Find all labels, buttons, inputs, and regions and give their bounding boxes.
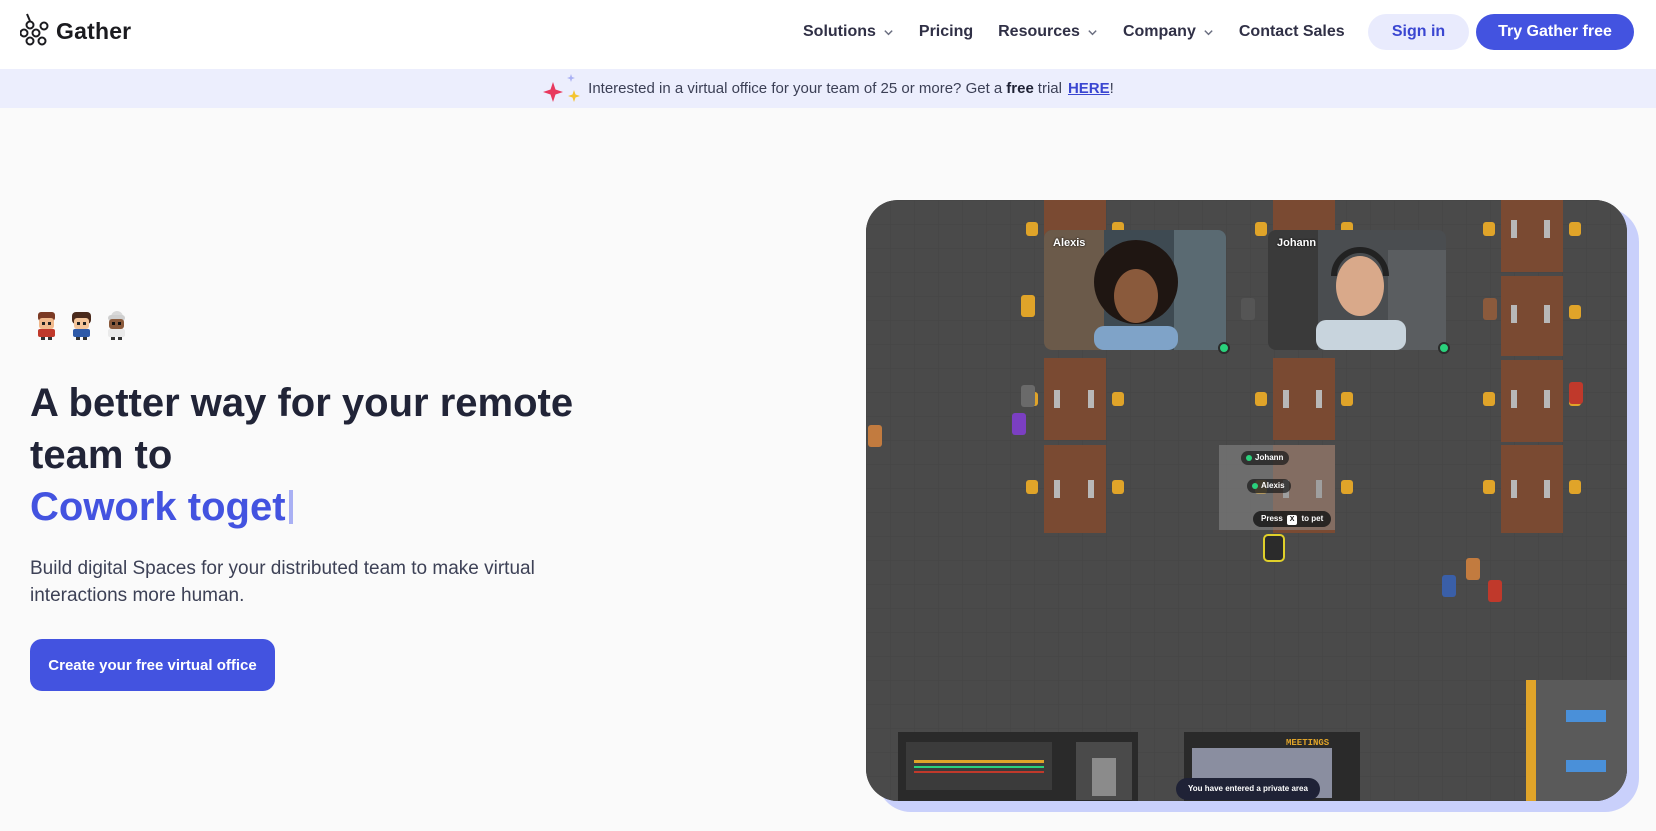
hero-headline-accent: Cowork toget: [30, 481, 293, 533]
create-virtual-office-button[interactable]: Create your free virtual office: [30, 639, 275, 691]
nav-resources-label: Resources: [998, 23, 1080, 40]
gather-logo-icon: [20, 13, 49, 46]
promo-banner: Interested in a virtual office for your …: [0, 69, 1656, 108]
proximity-tag: Alexis: [1247, 479, 1291, 493]
chevron-down-icon: [884, 29, 893, 35]
proximity-tag: Johann: [1241, 451, 1290, 465]
office-map: MEETINGS: [866, 200, 1627, 801]
online-status-dot: [1438, 342, 1450, 354]
press-key-hint: Press Xto pet: [1253, 511, 1332, 527]
meetings-sign: MEETINGS: [1286, 738, 1330, 748]
video-tile-johann[interactable]: Johann: [1268, 230, 1446, 350]
storage-area: [1526, 680, 1627, 801]
nav-contact-sales-label: Contact Sales: [1238, 23, 1345, 40]
try-gather-free-button[interactable]: Try Gather free: [1476, 14, 1634, 50]
avatar-group: [32, 311, 131, 341]
brand-name: Gather: [56, 17, 132, 44]
brand-logo[interactable]: Gather: [20, 12, 131, 50]
nav-company[interactable]: Company: [1123, 23, 1214, 41]
nav-solutions-label: Solutions: [803, 23, 876, 40]
text-cursor: [288, 490, 293, 524]
site-header: Gather Solutions Pricing Resources Compa…: [0, 0, 1656, 69]
sparkle-icon: [543, 73, 581, 102]
banner-text-after: trial: [1037, 80, 1062, 97]
chevron-down-icon: [1204, 29, 1213, 35]
main-nav: Solutions Pricing Resources Company Cont…: [803, 0, 1370, 64]
avatar: [38, 312, 55, 340]
nav-resources[interactable]: Resources: [998, 23, 1098, 41]
press-hint-before: Press: [1261, 514, 1283, 523]
online-status-dot: [1218, 342, 1230, 354]
private-area-toast: You have entered a private area: [1176, 778, 1320, 800]
nav-contact-sales[interactable]: Contact Sales: [1239, 23, 1345, 41]
press-hint-after: to pet: [1301, 514, 1324, 523]
video-tile-alexis[interactable]: Alexis: [1044, 230, 1226, 350]
video-tile-name: Alexis: [1053, 237, 1086, 249]
desk-column: [1501, 200, 1563, 533]
x-key-icon: X: [1286, 515, 1298, 525]
hero-headline: A better way for your remote team to: [30, 381, 574, 477]
hero-typed-text: Cowork toget: [30, 485, 286, 529]
video-tile-name: Johann: [1277, 237, 1317, 249]
nav-solutions[interactable]: Solutions: [803, 23, 894, 41]
hero-subtitle: Build digital Spaces for your distribute…: [30, 558, 535, 606]
nav-pricing-label: Pricing: [918, 23, 974, 40]
banner-bold: free: [1006, 80, 1034, 97]
nav-company-label: Company: [1122, 23, 1196, 40]
banner-here-link[interactable]: HERE: [1068, 80, 1110, 97]
banner-text: Interested in a virtual office for your …: [588, 80, 1003, 97]
avatar: [108, 311, 125, 340]
nav-pricing[interactable]: Pricing: [919, 23, 973, 41]
avatar: [72, 312, 91, 340]
chevron-down-icon: [1088, 29, 1097, 35]
virtual-office-preview: MEETINGS Alexis Johann Johann Alexis Pre…: [866, 200, 1627, 801]
sign-in-button[interactable]: Sign in: [1368, 14, 1469, 50]
banner-suffix: !: [1109, 80, 1114, 97]
